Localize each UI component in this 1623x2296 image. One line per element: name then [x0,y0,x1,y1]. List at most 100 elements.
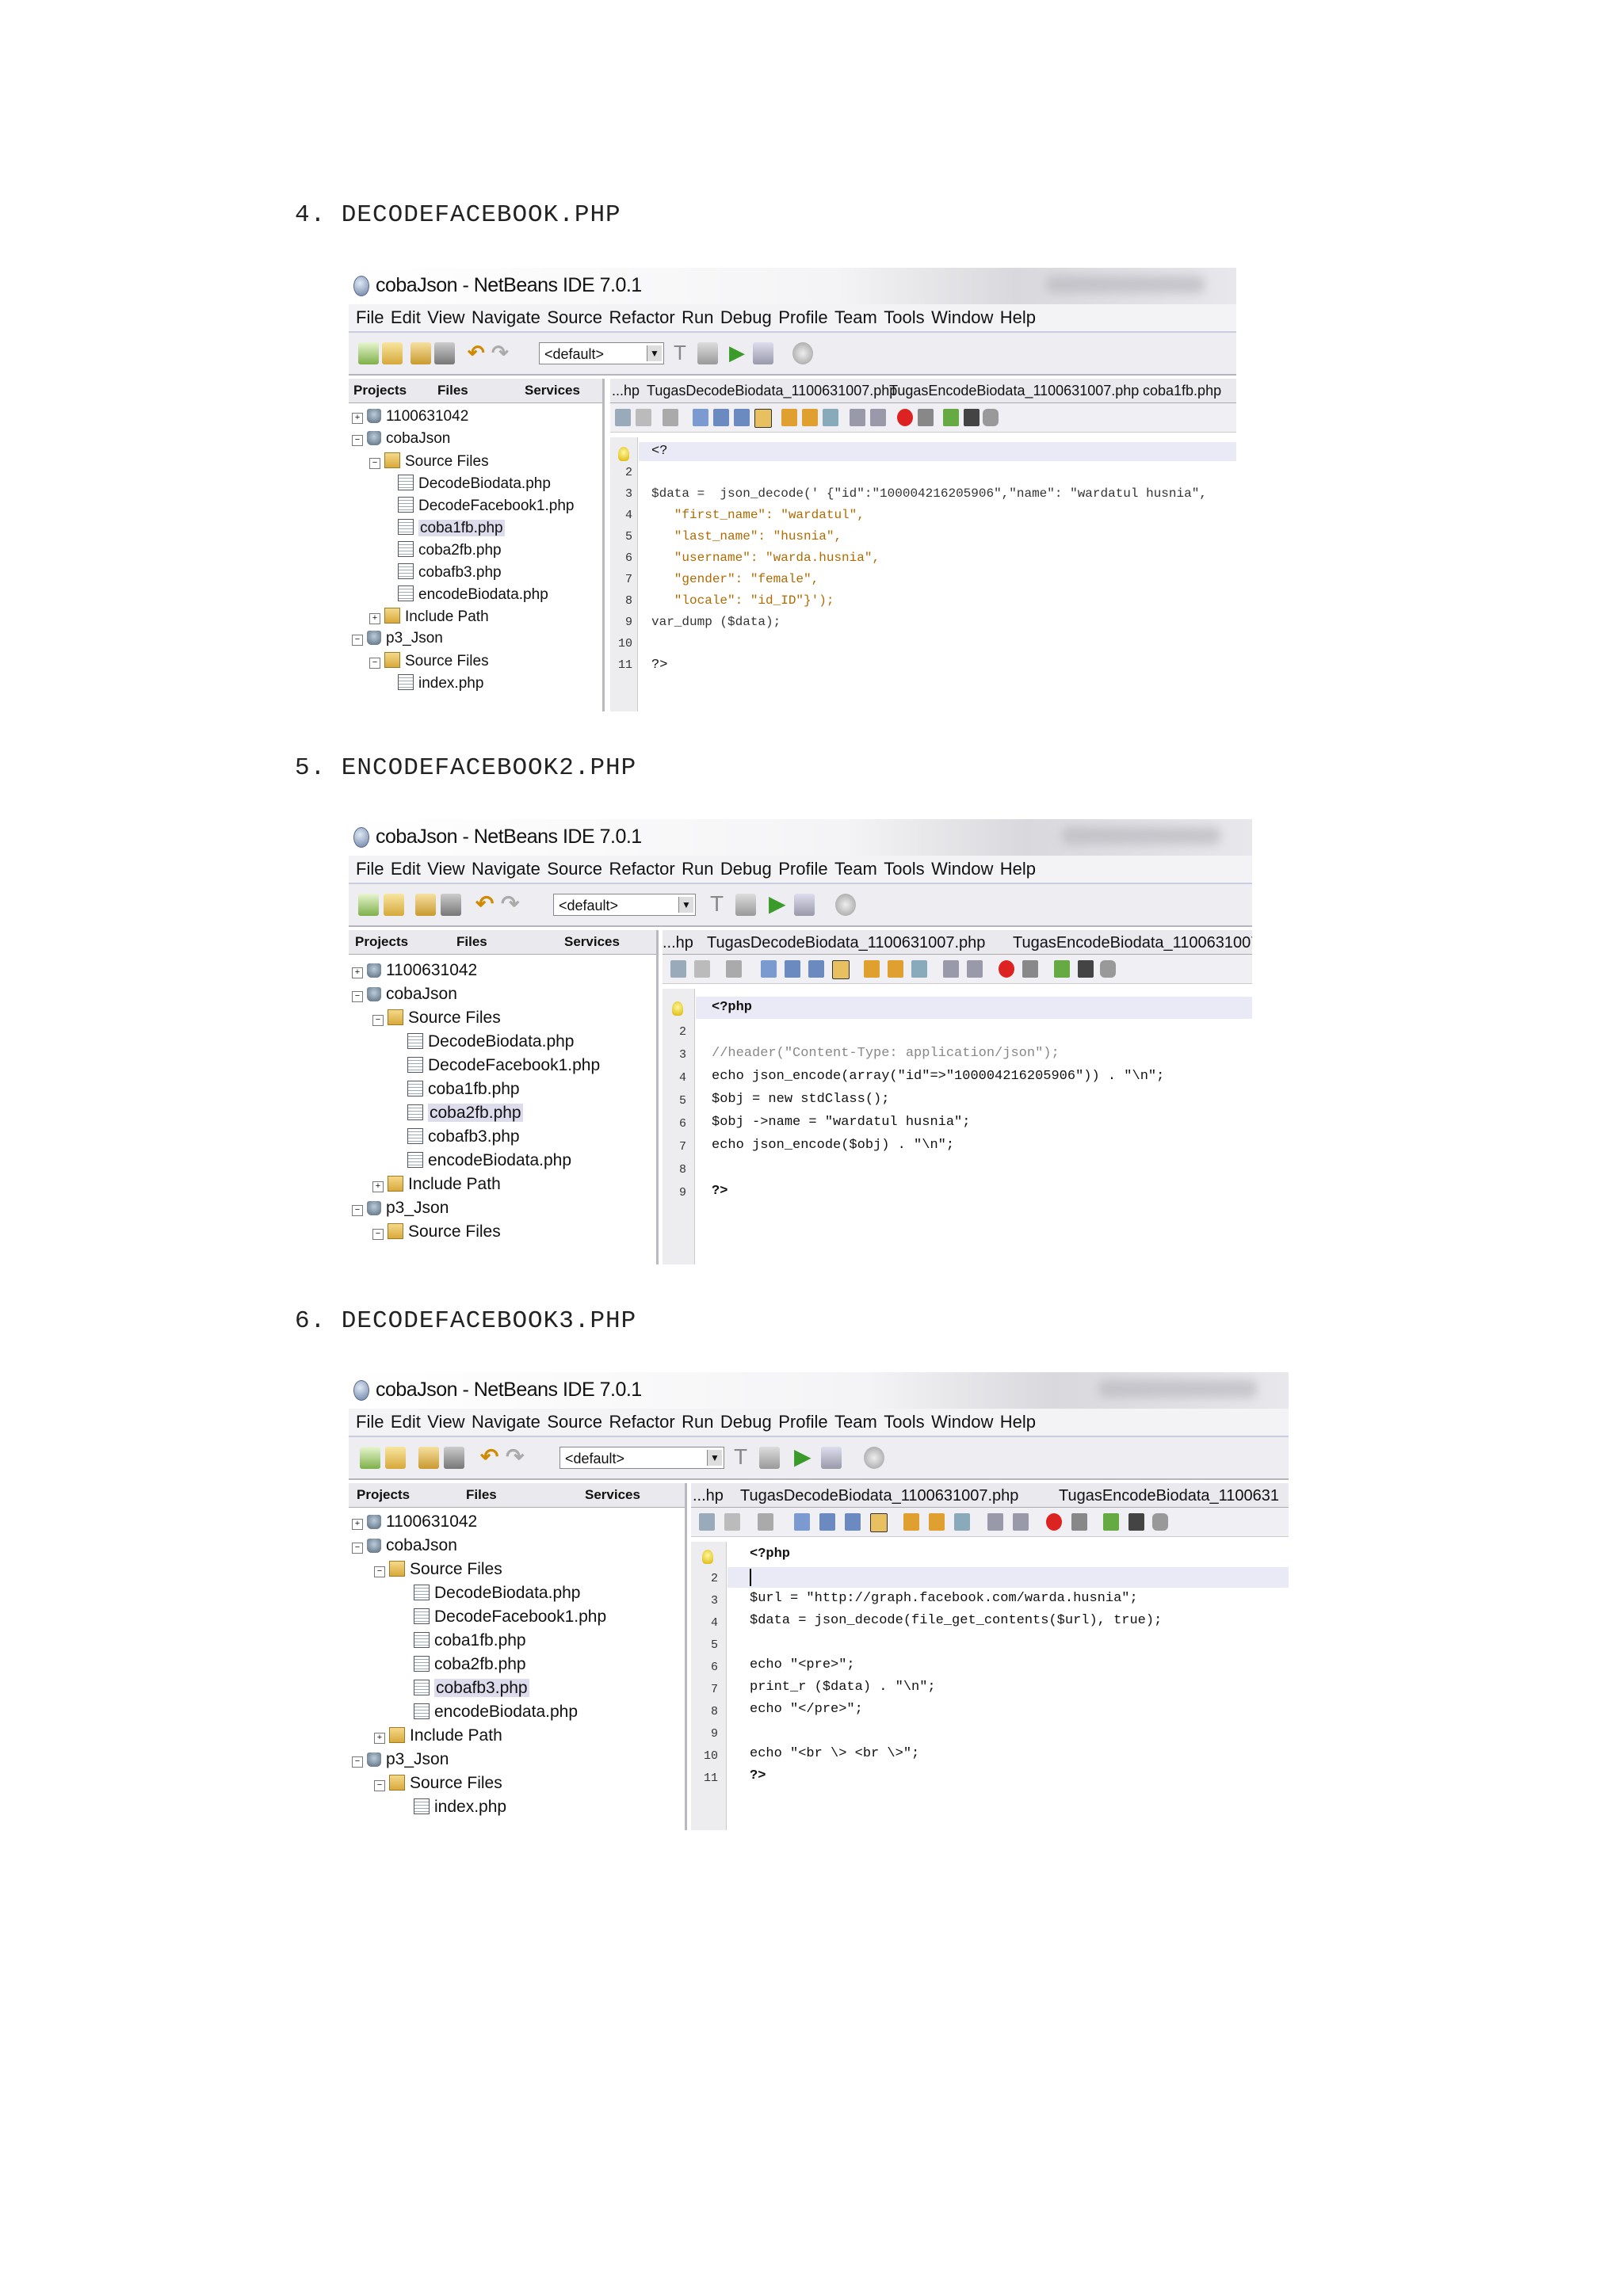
menu-debug[interactable]: Debug [720,1412,772,1432]
database-icon[interactable] [1100,960,1116,978]
menu-debug[interactable]: Debug [720,859,772,879]
menu-profile[interactable]: Profile [778,859,827,879]
code-line[interactable]: $data = json_decode(file_get_contents($u… [750,1613,1162,1628]
tree-node-project[interactable]: − p3_Json [352,1199,449,1218]
toggle-highlight-icon[interactable] [832,960,850,979]
tab-projects[interactable]: Projects [357,1487,410,1503]
debug-icon[interactable] [753,342,773,364]
code-line[interactable]: echo json_encode($obj) . "\n"; [712,1138,954,1153]
prev-bookmark-icon[interactable] [781,409,797,426]
find-icon[interactable] [693,409,708,426]
history-icon[interactable] [636,409,651,426]
tab-services[interactable]: Services [564,934,620,950]
code-line[interactable]: <?php [712,1000,752,1015]
menu-edit[interactable]: Edit [391,1412,421,1432]
tree-node-file[interactable]: DecodeFacebook1.php [398,497,574,515]
menu-run[interactable]: Run [682,307,713,328]
build-icon[interactable]: T [734,1446,754,1469]
menu-source[interactable]: Source [547,1412,602,1432]
toggle-highlight-icon[interactable] [870,1513,888,1532]
start-macro-icon[interactable] [897,409,913,426]
shift-left-icon[interactable] [987,1513,1003,1531]
back-icon[interactable] [726,960,742,978]
code-line[interactable]: <?php [750,1547,790,1562]
tree-node-project[interactable]: − p3_Json [352,1750,449,1769]
menu-run[interactable]: Run [682,1412,713,1432]
menu-team[interactable]: Team [834,1412,877,1432]
tree-node-folder[interactable]: + Include Path [374,1726,502,1745]
tree-node-project[interactable]: +1100631042 [352,961,477,980]
menu-team[interactable]: Team [834,307,877,328]
tree-node-folder[interactable]: − Source Files [372,1009,501,1028]
tree-node-file[interactable]: encodeBiodata.php [414,1703,578,1722]
menu-file[interactable]: File [356,1412,384,1432]
lightbulb-icon[interactable] [672,1001,683,1016]
tree-node-file[interactable]: index.php [414,1798,506,1817]
profile-icon[interactable] [835,894,856,916]
stop-macro-icon[interactable] [1071,1513,1087,1531]
tree-node-project[interactable]: +1100631042 [352,408,468,425]
menu-profile[interactable]: Profile [778,307,827,328]
uncomment-icon[interactable] [964,409,980,426]
tab-services[interactable]: Services [525,383,580,399]
run-icon[interactable]: ▶ [729,342,750,364]
tab-services[interactable]: Services [585,1487,640,1503]
undo-icon[interactable]: ↶ [475,893,496,916]
tree-node-file[interactable]: encodeBiodata.php [407,1151,571,1170]
history-icon[interactable] [694,960,710,978]
tab-files[interactable]: Files [456,934,487,950]
code-line[interactable]: ?> [651,658,667,673]
open-project-icon[interactable] [415,894,436,916]
stop-macro-icon[interactable] [1022,960,1038,978]
configuration-combo[interactable]: <default> ▼ [559,1447,724,1469]
clean-build-icon[interactable] [759,1447,780,1469]
editor-tab[interactable]: ...hp [612,383,640,399]
tree-node-project[interactable]: − cobaJson [352,1536,457,1555]
menu-help[interactable]: Help [1000,307,1036,328]
menu-navigate[interactable]: Navigate [472,859,540,879]
tree-node-file-selected[interactable]: coba1fb.php [398,519,505,537]
editor-tab-active[interactable]: coba1fb.php [1143,383,1221,399]
tree-node-file-selected[interactable]: coba2fb.php [407,1104,523,1123]
clean-build-icon[interactable] [735,894,756,916]
shift-right-icon[interactable] [967,960,983,978]
uncomment-icon[interactable] [1128,1513,1144,1531]
menu-help[interactable]: Help [1000,1412,1036,1432]
comment-icon[interactable] [1103,1513,1119,1531]
editor-tab[interactable]: TugasDecodeBiodata_1100631007.php [740,1487,1018,1505]
tree-node-project[interactable]: − p3_Json [352,630,443,647]
tree-node-file[interactable]: cobafb3.php [407,1127,520,1146]
editor-tab[interactable]: TugasDecodeBiodata_1100631007.php [647,383,897,399]
code-line[interactable]: echo "</pre>"; [750,1702,863,1717]
prev-bookmark-icon[interactable] [864,960,880,978]
debug-icon[interactable] [794,894,815,916]
menu-window[interactable]: Window [931,307,993,328]
redo-icon[interactable]: ↷ [491,342,512,364]
configuration-combo[interactable]: <default> ▼ [553,894,696,916]
toggle-bookmark-icon[interactable] [823,409,838,426]
undo-icon[interactable]: ↶ [468,342,488,364]
next-bookmark-icon[interactable] [929,1513,945,1531]
stop-macro-icon[interactable] [918,409,934,426]
save-all-icon[interactable] [444,1447,464,1469]
tree-node-file[interactable]: DecodeBiodata.php [414,1584,580,1603]
tree-node-project[interactable]: − cobaJson [352,985,457,1004]
tree-node-folder[interactable]: − Source Files [372,1222,501,1241]
run-icon[interactable]: ▶ [769,893,789,916]
tree-node-file[interactable]: index.php [398,674,483,692]
tree-node-file[interactable]: coba2fb.php [398,541,502,559]
tree-node-folder[interactable]: − Source Files [369,652,489,670]
code-line[interactable]: "gender": "female", [651,572,819,586]
database-icon[interactable] [983,409,999,426]
toggle-bookmark-icon[interactable] [911,960,927,978]
tree-node-file[interactable]: cobafb3.php [398,563,502,582]
save-all-icon[interactable] [434,342,455,364]
menu-run[interactable]: Run [682,859,713,879]
build-icon[interactable]: T [710,893,731,916]
new-file-icon[interactable] [358,342,379,364]
source-icon[interactable] [699,1513,715,1531]
find-previous-icon[interactable] [819,1513,835,1531]
uncomment-icon[interactable] [1078,960,1094,978]
menu-source[interactable]: Source [547,307,602,328]
code-line[interactable]: echo "<pre>"; [750,1657,855,1672]
